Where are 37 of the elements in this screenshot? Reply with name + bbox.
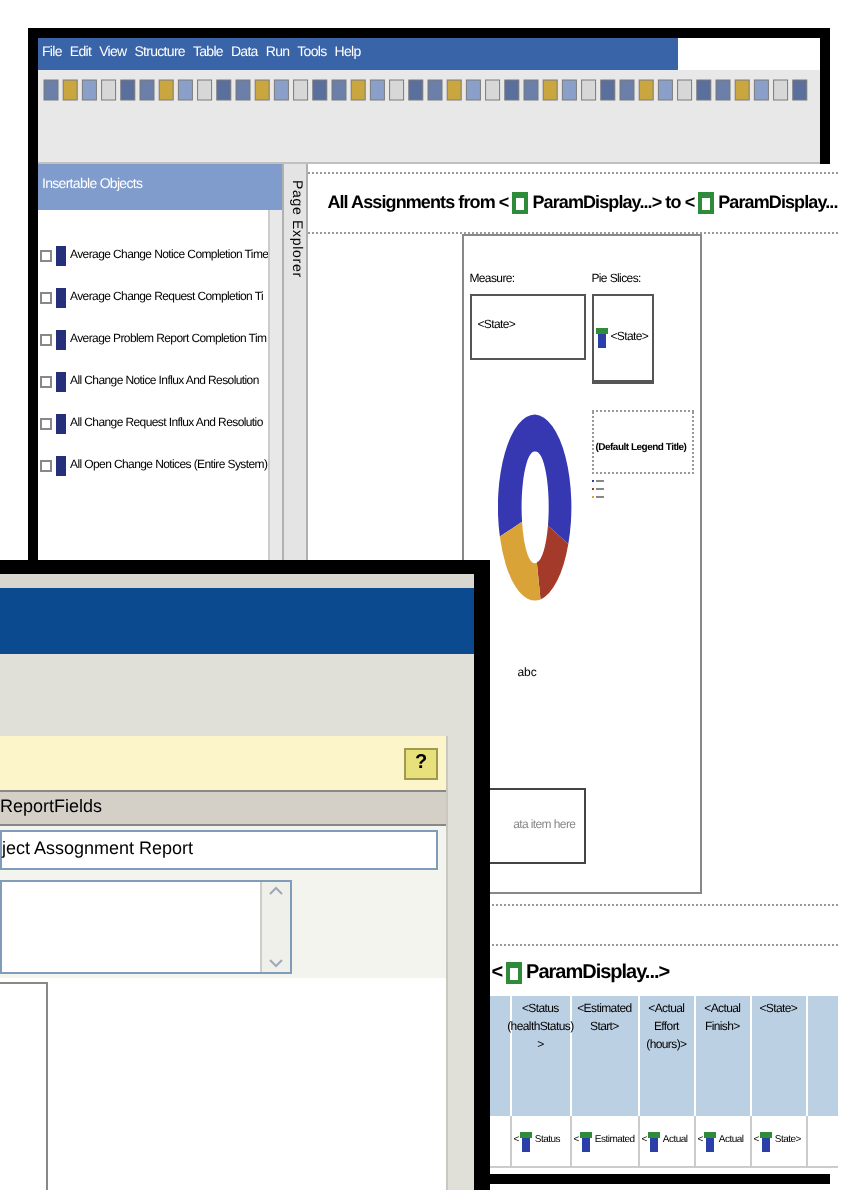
scrollbar[interactable]	[260, 881, 290, 971]
query-icon	[56, 372, 66, 392]
expand-icon[interactable]	[40, 460, 52, 472]
expand-icon[interactable]	[40, 250, 52, 262]
parameter-icon	[506, 962, 523, 984]
report-title-parameter: ParamDisplay...>	[532, 189, 662, 216]
scroll-up-icon[interactable]	[268, 885, 284, 895]
scroll-down-icon[interactable]	[268, 957, 284, 967]
query-icon	[56, 330, 66, 350]
item-icon	[580, 1131, 593, 1151]
blank-area	[678, 38, 820, 70]
section-header: ReportFields	[0, 790, 446, 826]
item-icon	[596, 328, 609, 348]
description-field[interactable]	[0, 879, 292, 973]
list-title: <	[491, 960, 503, 988]
legend-icon	[591, 480, 604, 498]
list-title: ParamDisplay...>	[526, 960, 670, 988]
name-field[interactable]: ject Assognment Report	[0, 830, 438, 870]
scrollbar[interactable]	[268, 210, 283, 562]
parameter-icon	[512, 192, 529, 214]
help-button[interactable]: ?	[404, 747, 438, 779]
item-icon	[760, 1131, 773, 1151]
query-icon	[56, 288, 66, 308]
report-title: to <	[665, 189, 695, 216]
query-icon	[56, 456, 66, 476]
expand-icon[interactable]	[40, 418, 52, 430]
report-title: All Assignments from <	[327, 189, 509, 216]
item-icon	[704, 1131, 717, 1151]
expand-icon[interactable]	[40, 334, 52, 346]
expand-icon[interactable]	[40, 376, 52, 388]
expand-icon[interactable]	[40, 292, 52, 304]
item-icon	[648, 1131, 661, 1151]
query-icon	[56, 246, 66, 266]
report-title-parameter: ParamDisplay...	[718, 189, 838, 216]
parameter-icon	[698, 192, 715, 214]
query-icon	[56, 414, 66, 434]
item-icon	[520, 1131, 533, 1151]
